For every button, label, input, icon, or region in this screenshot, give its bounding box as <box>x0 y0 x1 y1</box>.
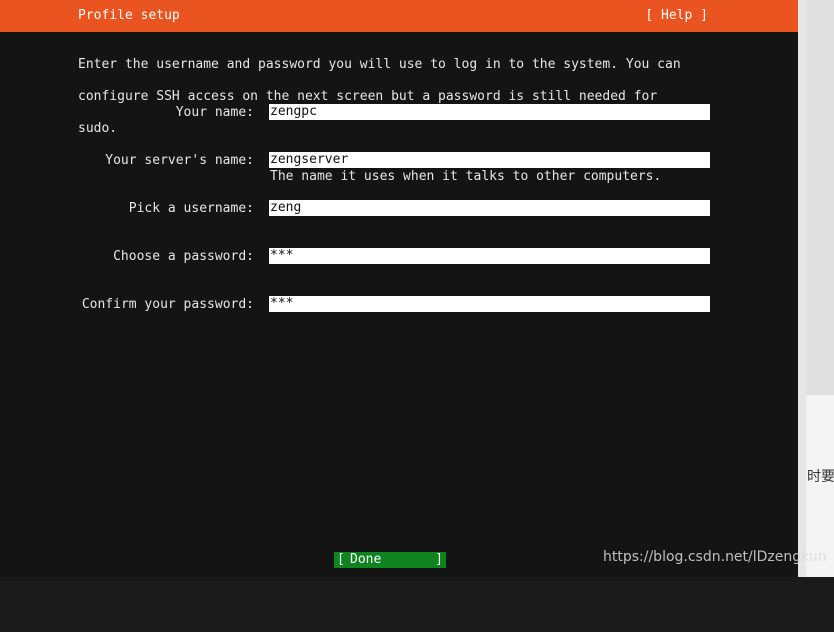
intro-line-1: Enter the username and password you will… <box>78 57 681 72</box>
header-bar: Profile setup [ Help ] <box>0 0 798 32</box>
password-input[interactable]: *** <box>269 248 710 264</box>
intro-text: Enter the username and password you will… <box>78 41 718 153</box>
done-button[interactable]: [ Done ] <box>334 552 446 568</box>
server-name-input[interactable]: zengserver <box>269 152 710 168</box>
server-name-label: Your server's name: <box>105 153 254 168</box>
help-button[interactable]: [ Help ] <box>645 8 708 24</box>
username-input[interactable]: zeng <box>269 200 710 216</box>
side-divider <box>798 0 806 577</box>
side-partial-text: 时要 <box>807 469 834 485</box>
done-bracket-right: ] <box>435 552 443 567</box>
done-bracket-left: [ <box>337 552 345 567</box>
confirm-password-input[interactable]: *** <box>269 296 710 312</box>
username-label: Pick a username: <box>128 201 254 216</box>
installer-screen: Profile setup [ Help ] Enter the usernam… <box>0 0 798 577</box>
your-name-input[interactable]: zengpc <box>269 104 710 120</box>
page-title: Profile setup <box>78 8 180 23</box>
intro-line-2: configure SSH access on the next screen … <box>78 89 658 104</box>
side-gray-panel <box>806 0 834 395</box>
server-name-hint: The name it uses when it talks to other … <box>270 169 662 184</box>
confirm-password-label: Confirm your password: <box>81 297 254 312</box>
done-label: Done <box>350 552 382 567</box>
intro-line-3: sudo. <box>78 121 118 136</box>
password-label: Choose a password: <box>113 249 254 264</box>
your-name-label: Your name: <box>175 105 254 120</box>
watermark: https://blog.csdn.net/lDzengkun <box>603 549 827 565</box>
